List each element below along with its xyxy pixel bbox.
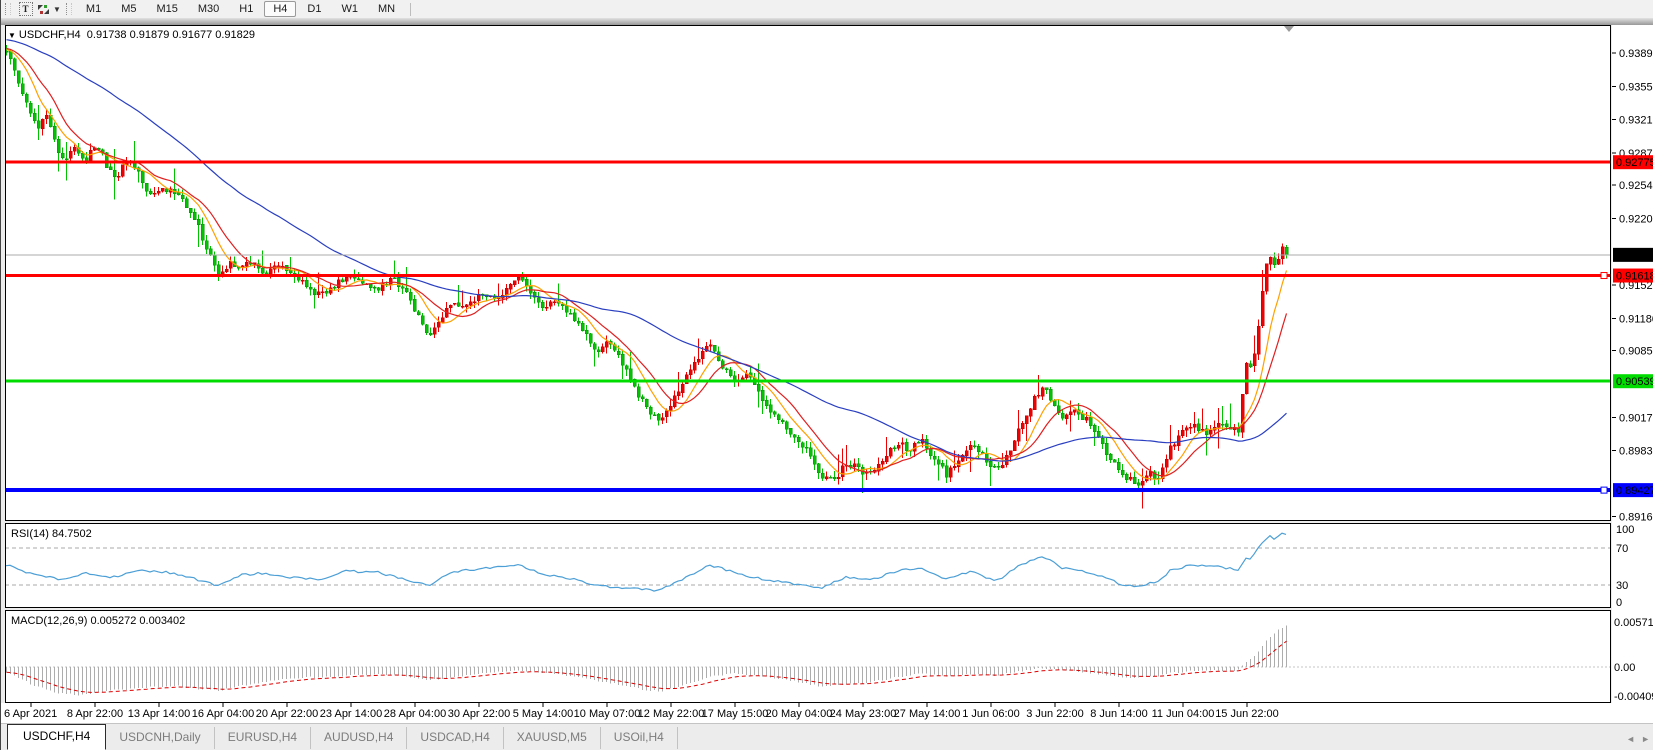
price-badge-0.92775: 0.92775 [1613,155,1653,169]
text-label-tool-button[interactable]: T [16,2,35,17]
toolbar-separator [410,3,411,16]
timeframe-m30-button[interactable]: M30 [189,1,228,17]
svg-text:20 Apr 22:00: 20 Apr 22:00 [256,708,318,720]
svg-text:0.90850: 0.90850 [1619,346,1653,358]
chart-symbol-period: USDCHF,H4 [19,29,81,41]
chart-tab-eurusd-h4[interactable]: EURUSD,H4 [215,727,311,749]
chart-tabs: USDCHF,H4USDCNH,DailyEURUSD,H4AUDUSD,H4U… [7,724,678,750]
macd-label: MACD(12,26,9) 0.005272 0.003402 [11,615,185,627]
svg-text:0.93890: 0.93890 [1619,48,1653,60]
svg-text:0.89160: 0.89160 [1619,511,1653,523]
chart-title-overlay: ▼USDCHF,H4 0.91738 0.91879 0.91677 0.918… [8,29,255,41]
timeframe-d1-button[interactable]: D1 [298,1,330,17]
svg-text:30: 30 [1616,580,1628,592]
svg-text:0.89427: 0.89427 [1616,485,1653,497]
rsi-label: RSI(14) 84.7502 [11,528,92,540]
svg-text:100: 100 [1616,524,1634,536]
toolbar-chart-divider [1,18,1653,25]
chart-tab-xauusd-m5[interactable]: XAUUSD,M5 [504,727,601,749]
chart-toolbar: T ▼ M1M5M15M30H1H4D1W1MN [1,0,1653,18]
timeframe-mn-button[interactable]: MN [369,1,404,17]
svg-text:0.90539: 0.90539 [1616,376,1653,388]
svg-text:0.91180: 0.91180 [1619,313,1653,325]
svg-text:24 May 23:00: 24 May 23:00 [830,708,897,720]
svg-text:6 Apr 2021: 6 Apr 2021 [4,708,57,720]
svg-text:28 Apr 04:00: 28 Apr 04:00 [384,708,446,720]
timeframe-w1-button[interactable]: W1 [332,1,367,17]
svg-text:1 Jun 06:00: 1 Jun 06:00 [962,708,1020,720]
tab-scroll-left-icon[interactable]: ◄ [1626,734,1635,744]
svg-text:16 Apr 04:00: 16 Apr 04:00 [192,708,254,720]
svg-text:0.92200: 0.92200 [1619,214,1653,226]
svg-text:8 Jun 14:00: 8 Jun 14:00 [1090,708,1148,720]
chart-tab-usdcad-h4[interactable]: USDCAD,H4 [407,727,503,749]
chart-tab-bar: USDCHF,H4USDCNH,DailyEURUSD,H4AUDUSD,H4U… [1,723,1653,750]
timeframe-m1-button[interactable]: M1 [77,1,110,17]
svg-text:27 May 14:00: 27 May 14:00 [894,708,961,720]
svg-text:30 Apr 22:00: 30 Apr 22:00 [448,708,510,720]
svg-text:15 Jun 22:00: 15 Jun 22:00 [1215,708,1279,720]
svg-text:0.92540: 0.92540 [1619,180,1653,192]
svg-text:0.93550: 0.93550 [1619,81,1653,93]
svg-text:0.89830: 0.89830 [1619,446,1653,458]
chart-tab-usdcnh-daily[interactable]: USDCNH,Daily [106,727,214,749]
svg-text:23 Apr 14:00: 23 Apr 14:00 [320,708,382,720]
chart-canvas[interactable]: 0.938900.935500.932100.928700.925400.922… [1,0,1653,750]
chart-tab-usoil-h4[interactable]: USOil,H4 [601,727,678,749]
svg-text:3 Jun 22:00: 3 Jun 22:00 [1026,708,1084,720]
timeframe-h1-button[interactable]: H1 [230,1,262,17]
timeframe-m15-button[interactable]: M15 [147,1,186,17]
svg-text:0: 0 [1616,597,1622,609]
tab-scroll-right-icon[interactable]: ► [1641,734,1650,744]
svg-text:13 Apr 14:00: 13 Apr 14:00 [128,708,190,720]
svg-text:0.00: 0.00 [1614,662,1635,674]
toolbar-grip[interactable] [66,3,72,15]
chevron-down-icon: ▼ [53,5,61,14]
svg-text:8 Apr 22:00: 8 Apr 22:00 [67,708,123,720]
svg-text:17 May 15:00: 17 May 15:00 [702,708,769,720]
svg-text:0.92775: 0.92775 [1616,157,1653,169]
svg-text:11 Jun 04:00: 11 Jun 04:00 [1152,708,1215,720]
chart-tab-usdchf-h4[interactable]: USDCHF,H4 [7,724,106,750]
chart-ohlc-values: 0.91738 0.91879 0.91677 0.91829 [87,29,255,41]
svg-text:10 May 07:00: 10 May 07:00 [574,708,641,720]
timeframe-h4-button[interactable]: H4 [264,1,296,17]
svg-text:70: 70 [1616,543,1628,555]
arrow-objects-tool-button[interactable]: ▼ [37,2,61,17]
price-badge-0.89427: 0.89427 [1613,483,1653,497]
svg-text:0.93210: 0.93210 [1619,115,1653,127]
svg-text:0.91618: 0.91618 [1616,271,1653,283]
svg-text:0.90170: 0.90170 [1619,412,1653,424]
arrow-objects-icon [37,4,50,15]
price-badge-0.91618: 0.91618 [1613,269,1653,283]
svg-text:20 May 04:00: 20 May 04:00 [766,708,833,720]
svg-text:0.005718: 0.005718 [1614,617,1653,629]
svg-text:-0.004094: -0.004094 [1614,691,1653,703]
tab-scroll-buttons: ◄ ► [1626,734,1650,744]
text-tool-icon: T [19,2,33,16]
current-price-badge: 0.91829 [1613,248,1653,262]
svg-text:5 May 14:00: 5 May 14:00 [513,708,574,720]
svg-text:0.91829: 0.91829 [1616,250,1653,262]
toolbar-grip[interactable] [5,3,11,15]
mt4-window: T ▼ M1M5M15M30H1H4D1W1MN 0.93890 0.93550 0… [0,0,1653,750]
symbol-dropdown-icon[interactable]: ▼ [8,31,16,40]
price-badge-0.90539: 0.90539 [1613,374,1653,388]
chart-tab-audusd-h4[interactable]: AUDUSD,H4 [311,727,407,749]
timeframe-m5-button[interactable]: M5 [112,1,145,17]
svg-text:12 May 22:00: 12 May 22:00 [638,708,705,720]
timeframes-group: M1M5M15M30H1H4D1W1MN [76,1,405,17]
